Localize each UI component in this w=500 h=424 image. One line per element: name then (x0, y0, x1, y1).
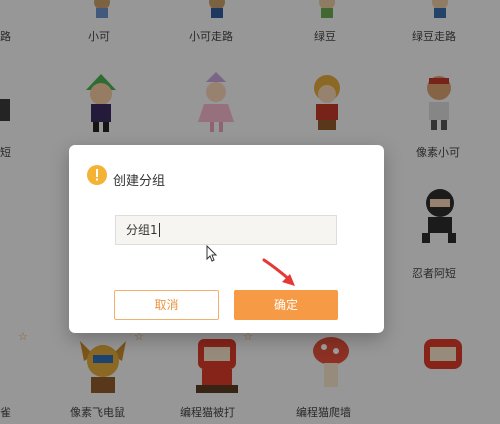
annotation-arrow-icon (262, 258, 295, 286)
create-group-dialog: 创建分组 分组1 取消 确定 (69, 145, 384, 333)
dialog-title: 创建分组 (113, 174, 166, 189)
text-caret (158, 223, 160, 237)
warning-icon (87, 165, 107, 185)
confirm-button[interactable]: 确定 (234, 290, 338, 320)
group-name-value: 分组1 (126, 223, 158, 237)
cancel-button[interactable]: 取消 (114, 290, 219, 320)
group-name-input[interactable]: 分组1 (115, 215, 337, 245)
mouse-cursor-icon (206, 245, 218, 262)
